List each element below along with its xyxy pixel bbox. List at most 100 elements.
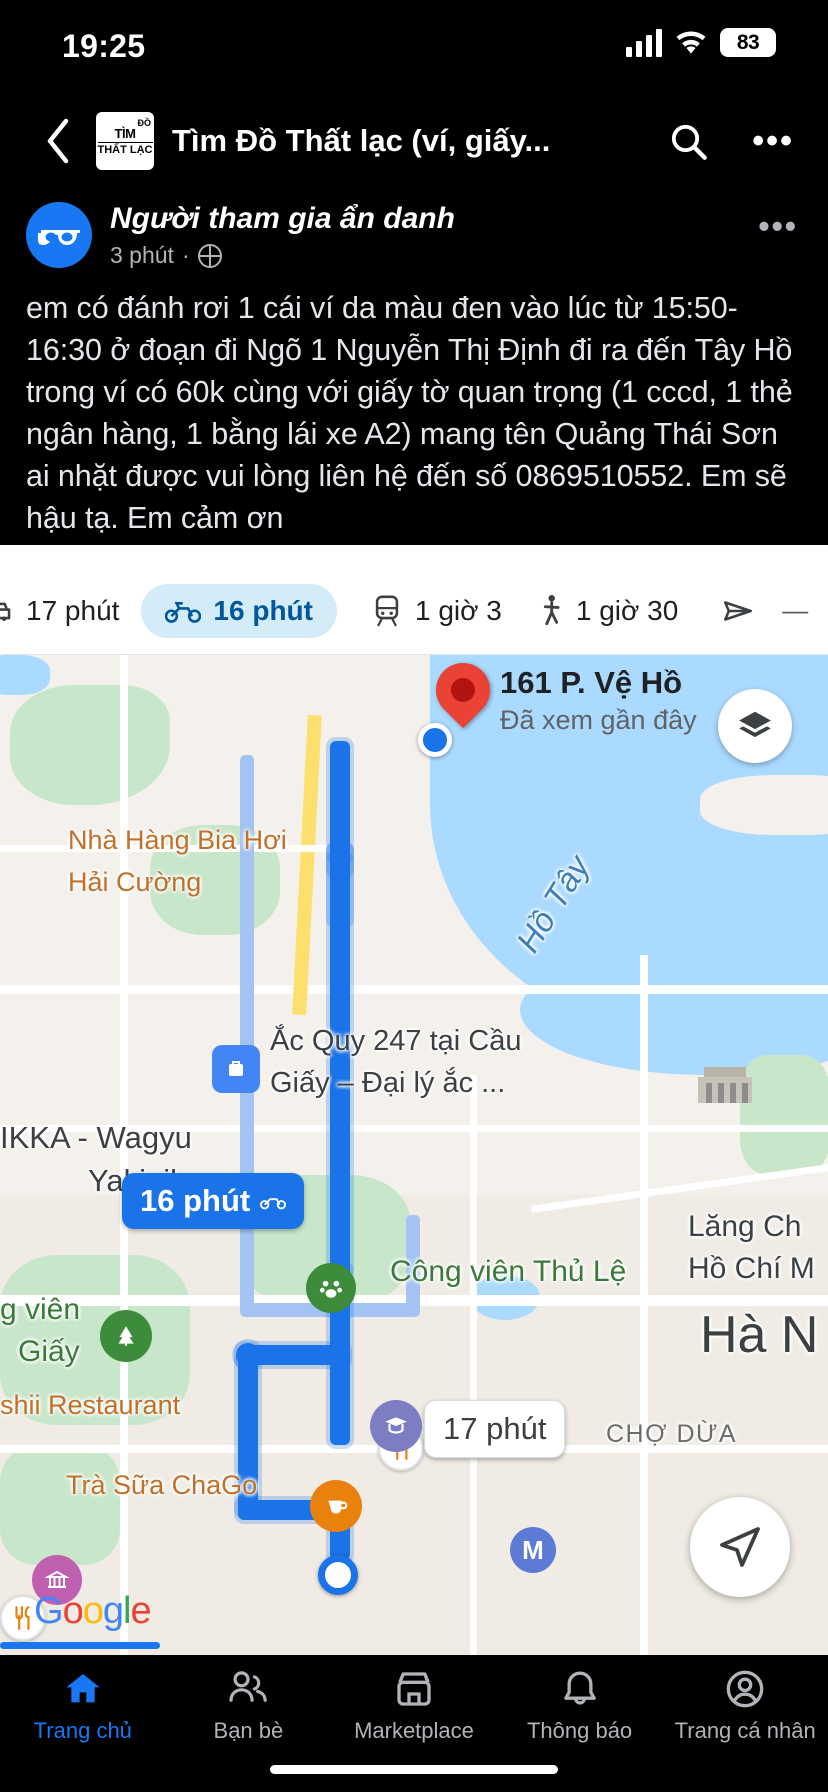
map-label-7: Công viên Thủ Lệ (390, 1255, 627, 1288)
map-label-12: CHỢ DỪA (606, 1420, 738, 1448)
status-bar: 19:25 83 (0, 0, 828, 96)
travel-mode-car[interactable]: 17 phút (0, 594, 119, 628)
map-label-4: Giấy – Đại lý ắc ... (270, 1067, 506, 1099)
transit-icon (375, 595, 399, 626)
search-icon[interactable] (668, 121, 708, 161)
nav-item-marketplace-label: Marketplace (354, 1718, 474, 1743)
google-attribution: Google (34, 1590, 152, 1633)
nav-item-friends[interactable]: Bạn bè (166, 1669, 332, 1744)
more-options-icon[interactable]: ••• (752, 122, 794, 161)
map-label-3: Ắc Quy 247 tại Cầu (270, 1025, 522, 1057)
current-location-dot (418, 723, 452, 757)
travel-modes-bar: 17 phút 16 phút 1 giờ 3 1 giờ 30 — (0, 567, 828, 655)
battery-level: 83 (720, 28, 776, 57)
map-label-13: Lăng Ch (688, 1210, 802, 1243)
navigate-arrow-icon[interactable] (690, 1497, 790, 1597)
landmark-icon (690, 1055, 760, 1113)
route-time-badge-primary-label: 16 phút (140, 1183, 251, 1218)
university-icon[interactable] (370, 1400, 422, 1452)
destination-info: 161 P. Vệ Hồ Đã xem gần đây (500, 665, 697, 736)
travel-mode-motorcycle-label: 16 phút (213, 594, 313, 626)
google-logo-o1: o (62, 1590, 84, 1632)
nav-item-friends-label: Bạn bè (213, 1718, 284, 1743)
group-title[interactable]: Tìm Đồ Thất lạc (ví, giấy... (172, 123, 550, 159)
route-time-badge-alt-label: 17 phút (443, 1411, 547, 1446)
nav-item-home-label: Trang chủ (33, 1718, 132, 1743)
destination-title: 161 P. Vệ Hồ (500, 665, 683, 700)
status-indicators: 83 (626, 28, 776, 57)
route-time-badge-alt[interactable]: 17 phút (424, 1400, 566, 1458)
map-label-15: Hà N (700, 1306, 819, 1364)
nav-item-notifications[interactable]: Thông báo (497, 1669, 663, 1744)
route-time-badge-primary[interactable]: 16 phút (122, 1173, 305, 1229)
travel-mode-walk[interactable]: 1 giờ 30 (538, 594, 678, 628)
scroll-indicator (0, 1642, 160, 1649)
post-submeta: 3 phút · (110, 242, 758, 269)
group-avatar-bottom-text: THẤT LẠC (97, 141, 153, 156)
profile-icon (726, 1670, 764, 1708)
route-line (330, 741, 350, 861)
status-time: 19:25 (62, 28, 146, 64)
cafe-icon[interactable] (310, 1480, 362, 1532)
cellular-bars-icon (626, 28, 662, 57)
car-icon (0, 602, 11, 621)
map-pin-icon[interactable] (424, 655, 502, 729)
anonymous-avatar-icon[interactable] (26, 202, 92, 268)
header-actions: ••• (668, 96, 794, 186)
map-label-1: Hải Cường (68, 867, 202, 897)
motorcycle-small-icon (260, 1198, 287, 1210)
google-logo-o2: o (82, 1590, 104, 1632)
group-avatar[interactable]: TÌM ĐỒ THẤT LẠC (96, 112, 154, 170)
map-label-11: Trà Sữa ChaGo (66, 1470, 258, 1500)
notifications-icon (563, 1671, 596, 1705)
phone-screen: 19:25 83 TÌM ĐỒ THẤT LẠC Tìm Đồ Thất lạc… (0, 0, 828, 1792)
zoo-park-icon[interactable] (306, 1263, 356, 1313)
travel-mode-motorcycle[interactable]: 16 phút (141, 583, 337, 638)
google-logo-g1: G (34, 1590, 64, 1632)
flight-icon (724, 600, 753, 621)
map-label-9: Giấy (18, 1335, 80, 1368)
post-meta: Người tham gia ẩn danh 3 phút · (110, 202, 758, 269)
metro-icon[interactable]: M (510, 1527, 556, 1573)
battery-shop-icon[interactable] (212, 1045, 260, 1093)
nav-item-profile[interactable]: Trang cá nhân (662, 1669, 828, 1744)
motorcycle-icon (165, 601, 202, 623)
marketplace-icon (397, 1672, 431, 1706)
home-indicator (270, 1765, 558, 1774)
destination-subtitle: Đã xem gần đây (500, 705, 697, 735)
post-body: em có đánh rơi 1 cái ví da màu đen vào l… (26, 291, 793, 536)
home-icon (66, 1674, 100, 1703)
park-tree-icon[interactable] (100, 1310, 152, 1362)
map-label-14: Hồ Chí M (688, 1252, 815, 1285)
walk-icon (543, 594, 560, 625)
map-card: 17 phút 16 phút 1 giờ 3 1 giờ 30 — 161 P… (0, 545, 828, 1655)
travel-mode-car-label: 17 phút (26, 594, 120, 626)
post-header: Người tham gia ẩn danh 3 phút · ••• (0, 186, 828, 269)
travel-mode-flight-label: — (782, 595, 809, 625)
travel-mode-transit-label: 1 giờ 3 (414, 594, 502, 626)
post-more-options-icon[interactable]: ••• (758, 208, 798, 245)
friends-icon (229, 1671, 268, 1702)
globe-icon (197, 243, 222, 268)
post-author[interactable]: Người tham gia ẩn danh (110, 202, 758, 235)
group-avatar-badge: ĐỒ (137, 118, 152, 128)
app-header: TÌM ĐỒ THẤT LẠC Tìm Đồ Thất lạc (ví, giấ… (0, 96, 828, 186)
group-avatar-top-text: TÌM (114, 125, 136, 141)
travel-mode-walk-label: 1 giờ 30 (575, 594, 679, 626)
nav-item-marketplace[interactable]: Marketplace (331, 1669, 497, 1744)
google-logo-g2: g (102, 1590, 124, 1632)
post-separator: · (181, 242, 190, 268)
map-label-5: IKKA - Wagyu (0, 1120, 192, 1155)
back-chevron-icon[interactable] (26, 117, 90, 165)
map-surface[interactable]: 161 P. Vệ Hồ Đã xem gần đây Nhà Hàng Bia… (0, 655, 828, 1655)
wifi-icon (676, 30, 706, 54)
map-label-10: shii Restaurant (0, 1390, 181, 1420)
origin-marker (318, 1555, 358, 1595)
nav-item-notifications-label: Thông báo (526, 1718, 633, 1743)
map-label-0: Nhà Hàng Bia Hơi (68, 825, 287, 855)
post-timestamp: 3 phút (110, 242, 174, 268)
nav-item-home[interactable]: Trang chủ (0, 1669, 166, 1744)
travel-mode-flight[interactable]: — (720, 594, 808, 628)
layers-icon[interactable] (718, 689, 792, 763)
travel-mode-transit[interactable]: 1 giờ 3 (371, 594, 502, 628)
